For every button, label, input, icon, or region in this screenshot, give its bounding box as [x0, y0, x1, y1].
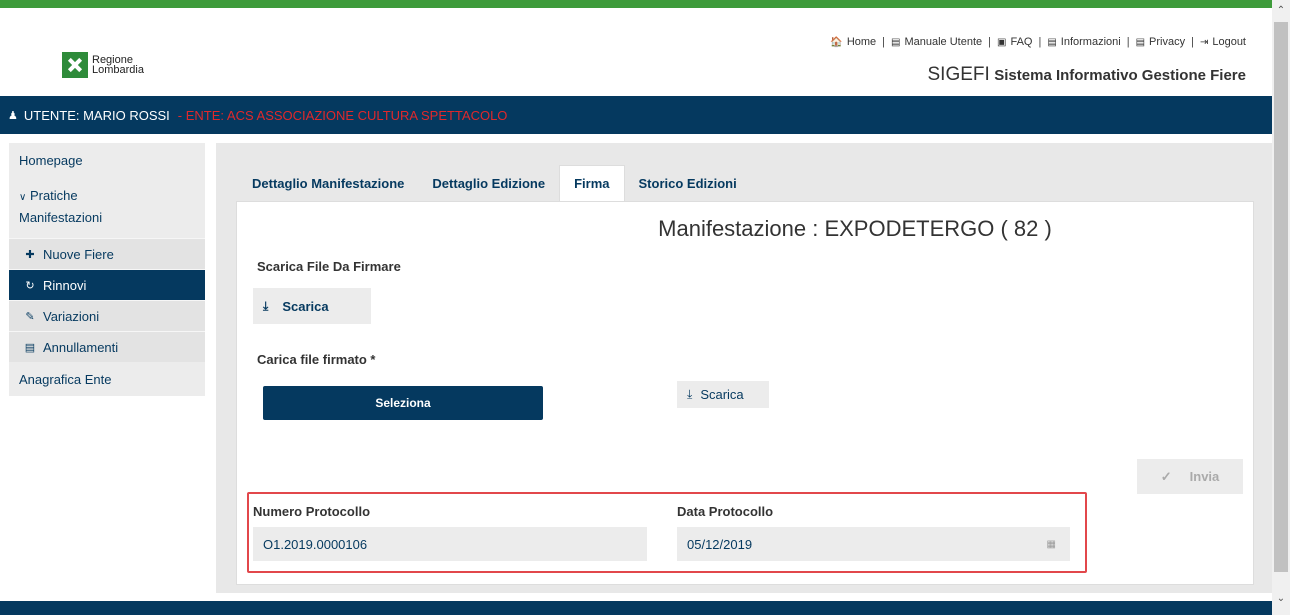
tab-storico-edizioni[interactable]: Storico Edizioni: [625, 165, 751, 201]
logo-mark-icon: [62, 52, 88, 78]
top-accent-bar: [0, 0, 1272, 8]
data-protocollo-field[interactable]: 05/12/2019 ▦: [677, 527, 1070, 561]
page-title: Manifestazione : EXPODETERGO ( 82 ): [658, 216, 1052, 241]
sidebar: Homepage ∨ Pratiche Manifestazioni ✚ Nuo…: [9, 143, 205, 396]
footer-bar: [0, 601, 1272, 615]
pencil-icon: ✎: [25, 310, 35, 323]
ente-name: - ENTE: ACS ASSOCIAZIONE CULTURA SPETTAC…: [177, 107, 508, 123]
scroll-down-icon[interactable]: ⌄: [1272, 590, 1290, 608]
nav-home[interactable]: 🏠 Home: [830, 36, 876, 48]
nav-logout[interactable]: ⇥ Logout: [1200, 36, 1246, 48]
tab-firma[interactable]: Firma: [559, 165, 625, 201]
home-icon: 🏠: [830, 36, 843, 48]
vertical-scrollbar[interactable]: ⌃ ⌄: [1272, 0, 1290, 615]
document-icon: ▤: [1135, 36, 1146, 48]
sidebar-item-rinnovi[interactable]: ↻ Rinnovi: [9, 269, 205, 300]
header: Regione Lombardia 🏠 Home | ▤ Manuale Utent…: [0, 8, 1272, 96]
sidebar-item-nuove-fiere[interactable]: ✚ Nuove Fiere: [9, 238, 205, 269]
sidebar-item-variazioni[interactable]: ✎ Variazioni: [9, 300, 205, 331]
book-icon: ▣: [997, 36, 1007, 48]
user-bar: ♟ UTENTE: MARIO ROSSI - ENTE: ACS ASSOCI…: [0, 96, 1272, 134]
user-icon: ♟: [8, 109, 18, 122]
user-name: UTENTE: MARIO ROSSI: [23, 107, 170, 123]
content-area: Dettaglio Manifestazione Dettaglio Edizi…: [216, 143, 1272, 593]
download-icon: ⤓: [263, 298, 269, 313]
data-protocollo-label: Data Protocollo: [677, 504, 774, 519]
tab-dettaglio-manifestazione[interactable]: Dettaglio Manifestazione: [238, 165, 418, 201]
sidebar-item-annullamenti[interactable]: ▤ Annullamenti: [9, 331, 205, 362]
seleziona-button[interactable]: Seleziona: [263, 386, 543, 420]
refresh-icon: ↻: [25, 279, 35, 292]
nav-manuale-utente[interactable]: ▤ Manuale Utente: [891, 36, 982, 48]
carica-file-label: Carica file firmato *: [257, 352, 376, 367]
tab-bar: Dettaglio Manifestazione Dettaglio Edizi…: [238, 165, 751, 201]
trash-icon: ▤: [24, 341, 36, 354]
tab-dettaglio-edizione[interactable]: Dettaglio Edizione: [418, 165, 559, 201]
nav-faq[interactable]: ▣ FAQ: [997, 36, 1032, 48]
document-icon: ▤: [1047, 36, 1057, 48]
regione-lombardia-logo[interactable]: Regione Lombardia: [62, 52, 144, 78]
app-full-name: Sistema Informativo Gestione Fiere: [994, 67, 1246, 84]
app-title: SIGEFI Sistema Informativo Gestione Fier…: [928, 64, 1247, 86]
nav-privacy[interactable]: ▤ Privacy: [1136, 36, 1186, 48]
scarica-firmato-button[interactable]: ⤓ Scarica: [677, 381, 769, 408]
top-navigation: 🏠 Home | ▤ Manuale Utente | ▣ FAQ | ▤ Inform…: [830, 36, 1246, 48]
logout-icon: ⇥: [1199, 36, 1209, 48]
scroll-up-icon[interactable]: ⌃: [1272, 2, 1290, 20]
app-acronym: SIGEFI: [927, 64, 990, 85]
invia-button[interactable]: ✓ Invia: [1137, 459, 1243, 494]
calendar-icon[interactable]: ▦: [1047, 539, 1056, 550]
logo-line2: Lombardia: [92, 64, 144, 76]
check-icon: ✓: [1160, 468, 1172, 484]
plus-icon: ✚: [25, 248, 35, 261]
sidebar-item-homepage[interactable]: Homepage: [9, 143, 205, 175]
scarica-file-label: Scarica File Da Firmare: [257, 259, 401, 274]
sidebar-item-pratiche-manifestazioni[interactable]: ∨ Pratiche Manifestazioni: [9, 175, 205, 238]
nav-informazioni[interactable]: ▤ Informazioni: [1047, 36, 1120, 48]
numero-protocollo-field[interactable]: O1.2019.0000106: [253, 527, 647, 561]
numero-protocollo-label: Numero Protocollo: [253, 504, 371, 519]
sidebar-item-anagrafica-ente[interactable]: Anagrafica Ente: [9, 362, 205, 396]
document-icon: ▤: [891, 36, 901, 48]
scarica-button[interactable]: ⤓ Scarica: [253, 288, 371, 324]
firma-panel: Manifestazione : EXPODETERGO ( 82 ) Scar…: [236, 201, 1254, 585]
chevron-down-icon: ∨: [19, 191, 27, 203]
download-icon: ⤓: [687, 387, 693, 401]
scrollbar-thumb[interactable]: [1274, 22, 1288, 572]
